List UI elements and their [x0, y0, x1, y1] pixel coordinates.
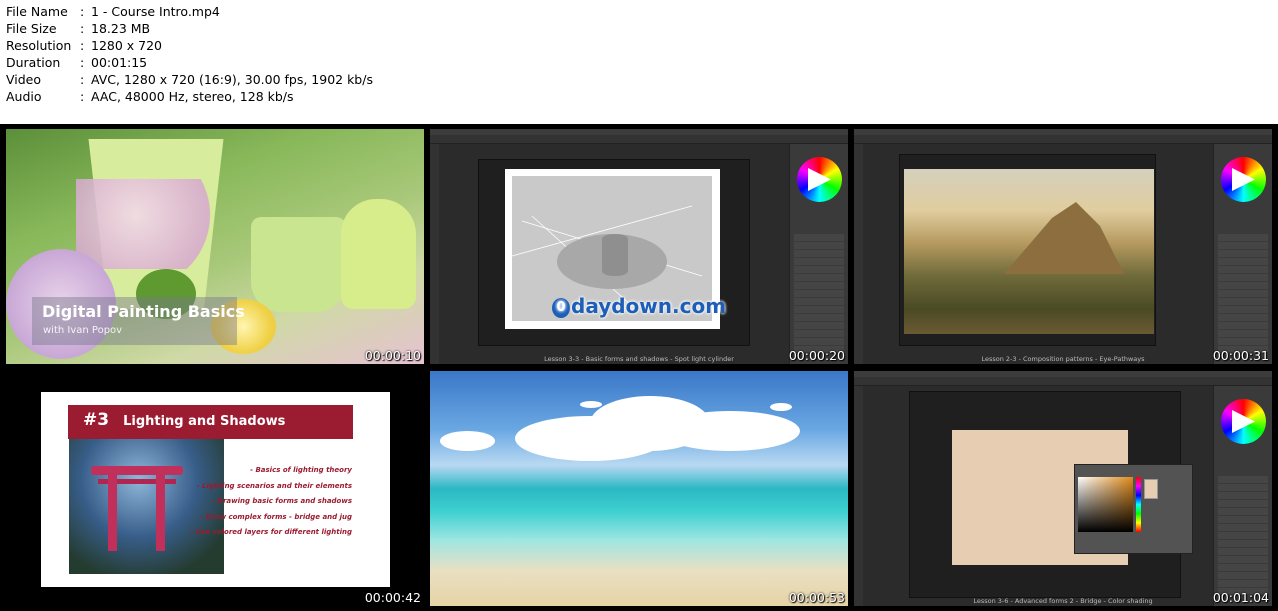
file-info-key: Duration	[6, 55, 61, 70]
bullet-item: - Lighting scenarios and their elements	[196, 481, 352, 490]
file-info-row-duration: Duration : 00:01:15	[6, 54, 373, 71]
file-info-key: Resolution	[6, 38, 72, 53]
color-wheel-icon	[1221, 399, 1266, 444]
cloud	[770, 403, 792, 411]
file-info-key: File Size	[6, 21, 57, 36]
ribbon-illustration	[76, 179, 226, 269]
timestamp: 00:00:53	[788, 590, 845, 605]
thumbnail-beach-painting[interactable]: 00:00:53	[430, 371, 848, 606]
slide-title-text: Lighting and Shadows	[123, 414, 286, 429]
slide-number: #3	[83, 410, 110, 430]
watermark-logo-icon: 0	[552, 298, 570, 318]
file-info-value: 1280 x 720	[91, 38, 163, 53]
toolbar	[854, 386, 863, 606]
thumbnail-lighting-slide[interactable]: #3 Lighting and Shadows - Basics of light…	[6, 371, 424, 606]
bullet-item: - Drawing basic forms and shadows	[211, 497, 352, 505]
toolbar	[430, 144, 439, 364]
torii-left-pillar	[108, 471, 117, 551]
file-info-separator: :	[80, 89, 85, 104]
thumbnail-photoshop-color-shading[interactable]: Lesson 3-6 - Advanced forms 2 - Bridge -…	[854, 371, 1272, 606]
timestamp: 00:01:04	[1212, 590, 1269, 605]
course-subtitle: with Ivan Popov	[43, 325, 123, 336]
file-info-row-resolution: Resolution : 1280 x 720	[6, 37, 373, 54]
slide-bullets: - Basics of lighting theory - Lighting s…	[190, 463, 352, 541]
color-swatch	[1144, 479, 1158, 499]
timestamp: 00:00:42	[364, 590, 421, 605]
bullet-item: - Draw complex forms - bridge and jug	[200, 512, 352, 521]
torii-top-beam	[91, 466, 183, 475]
file-info-separator: :	[80, 21, 85, 36]
thumbnail-course-title[interactable]: Digital Painting Basics with Ivan Popov …	[6, 129, 424, 364]
file-info-separator: :	[80, 4, 85, 19]
file-info-value: 1 - Course Intro.mp4	[91, 4, 220, 19]
hue-slider	[1136, 477, 1141, 532]
timestamp: 00:00:10	[364, 348, 421, 363]
cloud	[660, 411, 800, 451]
file-info-value: 18.23 MB	[91, 21, 151, 36]
mug-illustration	[251, 217, 346, 312]
thumbnail-grid: Digital Painting Basics with Ivan Popov …	[0, 124, 1278, 611]
course-title: Digital Painting Basics	[42, 302, 245, 321]
file-info-row-name: File Name : 1 - Course Intro.mp4	[6, 3, 373, 20]
options-bar	[430, 135, 848, 144]
file-info-row-audio: Audio : AAC, 48000 Hz, stereo, 128 kb/s	[6, 88, 373, 105]
bullet-item: - Use colored layers for different light…	[190, 528, 352, 536]
file-info-block: File Name : 1 - Course Intro.mp4 File Si…	[6, 3, 373, 105]
options-bar	[854, 377, 1272, 386]
file-info-key: File Name	[6, 4, 68, 19]
file-info-value: 00:01:15	[91, 55, 148, 70]
file-info-separator: :	[80, 55, 85, 70]
torii-right-pillar	[156, 471, 165, 551]
layers-panel	[794, 234, 844, 352]
file-info-separator: :	[80, 72, 85, 87]
color-wheel-icon	[1221, 157, 1266, 202]
file-info-row-size: File Size : 18.23 MB	[6, 20, 373, 37]
slide-title: #3 Lighting and Shadows	[83, 410, 285, 430]
lesson-caption: Lesson 2-3 - Composition patterns - Eye-…	[981, 355, 1145, 363]
sugar-bowl-illustration	[341, 199, 416, 309]
cloud	[440, 431, 495, 451]
file-info-value: AAC, 48000 Hz, stereo, 128 kb/s	[91, 89, 294, 104]
watermark: 0 daydown.com	[552, 294, 726, 318]
toolbar	[854, 144, 863, 364]
file-info-value: AVC, 1280 x 720 (16:9), 30.00 fps, 1902 …	[91, 72, 373, 87]
cylinder-shape	[602, 234, 628, 276]
color-picker-field	[1078, 477, 1133, 532]
thumbnail-photoshop-cylinder[interactable]: 0 daydown.com Lesson 3-3 - Basic forms an…	[430, 129, 848, 364]
color-wheel-icon	[797, 157, 842, 202]
bullet-item: - Basics of lighting theory	[250, 466, 352, 474]
file-info-key: Video	[6, 72, 42, 87]
layers-panel	[1218, 476, 1268, 594]
options-bar	[854, 135, 1272, 144]
timestamp: 00:00:20	[788, 348, 845, 363]
file-info-separator: :	[80, 38, 85, 53]
lesson-caption: Lesson 3-6 - Advanced forms 2 - Bridge -…	[973, 597, 1153, 605]
file-info-row-video: Video : AVC, 1280 x 720 (16:9), 30.00 fp…	[6, 71, 373, 88]
timestamp: 00:00:31	[1212, 348, 1269, 363]
cloud	[580, 401, 602, 408]
file-info-key: Audio	[6, 89, 42, 104]
watermark-text: daydown.com	[571, 294, 727, 318]
lesson-caption: Lesson 3-3 - Basic forms and shadows - S…	[544, 355, 734, 363]
layers-panel	[1218, 234, 1268, 352]
thumbnail-photoshop-composition[interactable]: Lesson 2-3 - Composition patterns - Eye-…	[854, 129, 1272, 364]
